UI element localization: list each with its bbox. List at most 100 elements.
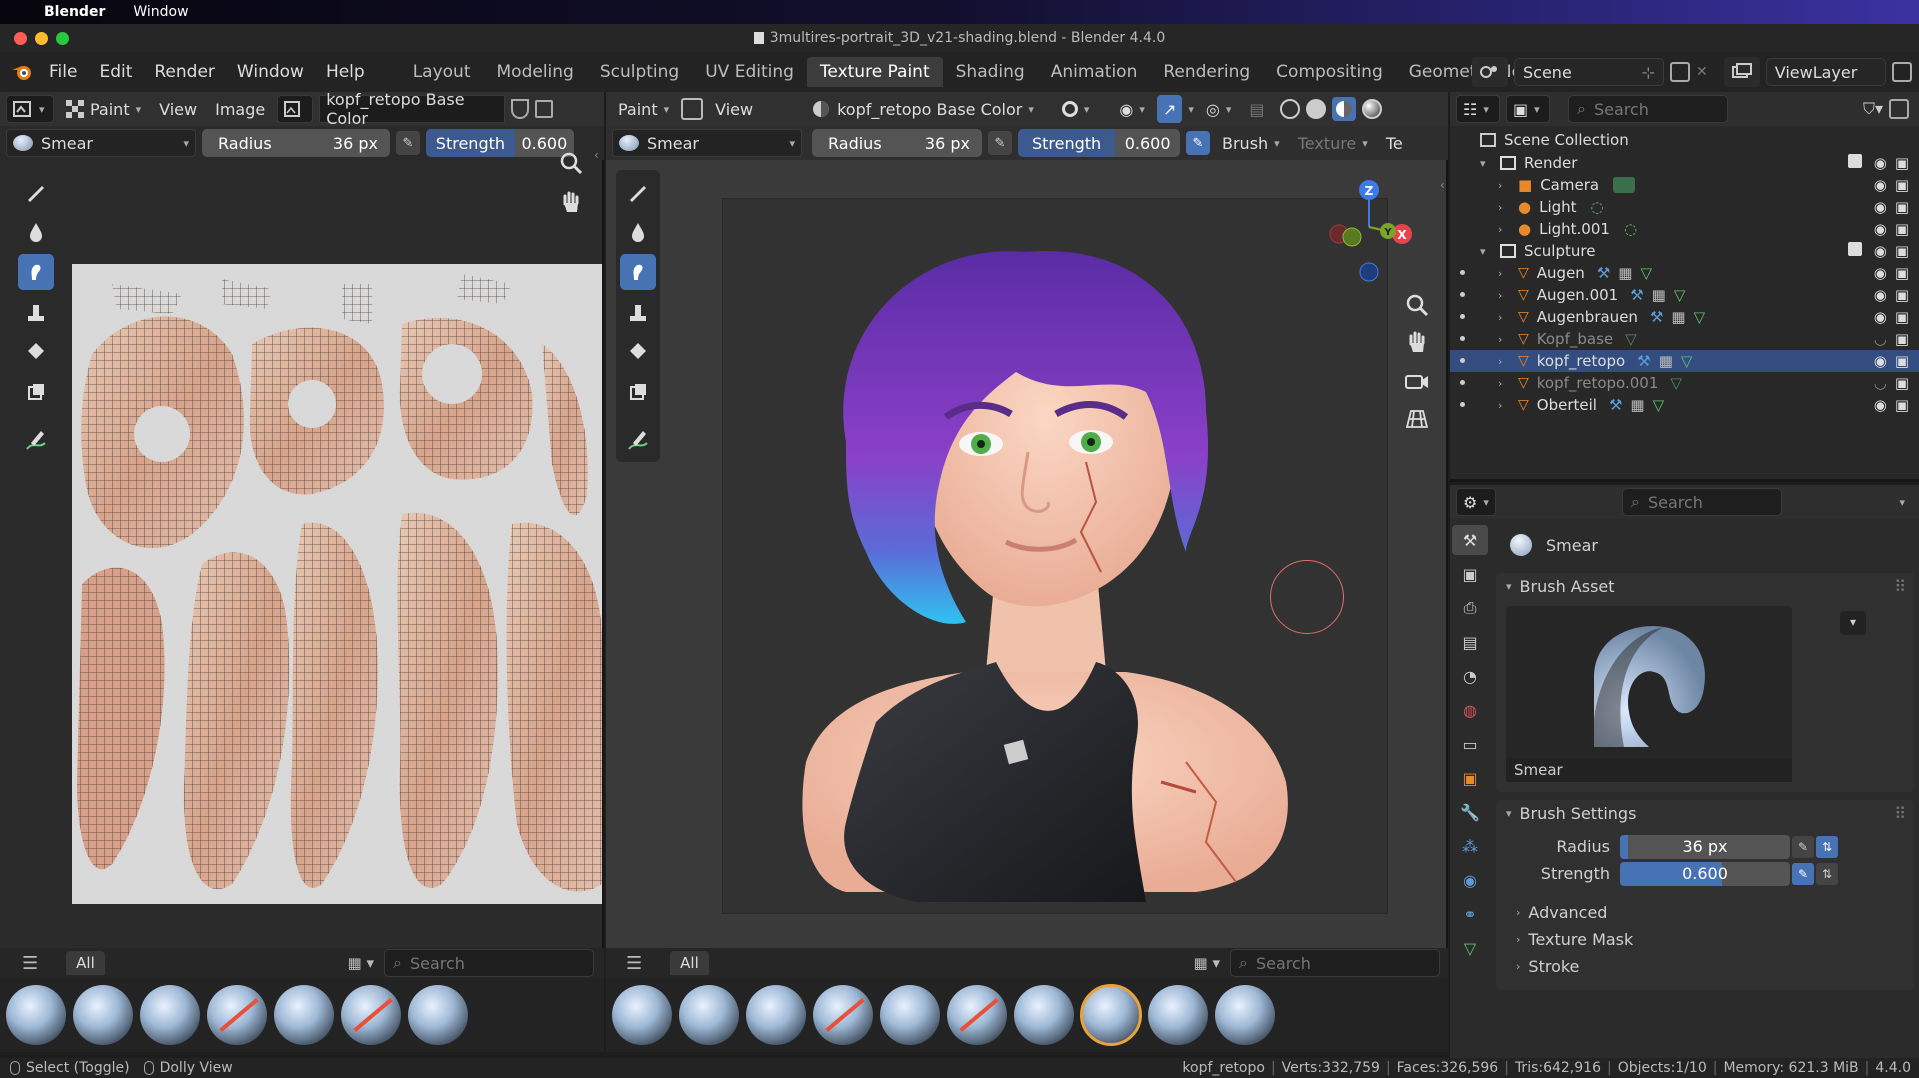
edit-mode-dot-icon[interactable]: [1460, 292, 1465, 297]
expand-chevron-icon[interactable]: ›: [1498, 267, 1512, 280]
navigation-gizmo[interactable]: Z X Y: [1314, 172, 1424, 282]
viewport-clone-tool-icon[interactable]: [620, 294, 656, 330]
viewport-fill-tool-icon[interactable]: [620, 334, 656, 370]
expand-chevron-icon[interactable]: ›: [1498, 311, 1512, 324]
scene-tab-icon[interactable]: ◔: [1452, 661, 1488, 691]
outliner-row-light[interactable]: › ● Light ◌ ◉ ▣: [1450, 196, 1919, 218]
wireframe-shading-icon[interactable]: [1280, 99, 1301, 119]
radius-unit-icon[interactable]: ⇅: [1816, 835, 1838, 858]
mesh-data-icon[interactable]: ▽: [1694, 308, 1706, 326]
outliner-row-augen-001[interactable]: › ▽ Augen.001 ⚒ ▦ ▽ ◉ ▣: [1450, 284, 1919, 306]
brush-asset-preview[interactable]: [1506, 606, 1792, 758]
expand-chevron-icon[interactable]: ▾: [1480, 157, 1494, 170]
expand-chevron-icon[interactable]: ▾: [1480, 245, 1494, 258]
render-camera-icon[interactable]: ▣: [1895, 264, 1909, 282]
outliner-row-camera[interactable]: › ■ Camera ◉ ▣: [1450, 174, 1919, 196]
workspace-tab-uv-editing[interactable]: UV Editing: [692, 57, 807, 87]
viewport-brush-selector[interactable]: Smear ▾: [612, 129, 802, 157]
outliner-row-kopf-base[interactable]: › ▽ Kopf_base ▽ ◡ ▣: [1450, 328, 1919, 350]
viewport-overflow-popover[interactable]: Te: [1380, 129, 1409, 157]
brush-asset-thumbnail[interactable]: [1148, 985, 1208, 1045]
strength-unit-icon[interactable]: ⇅: [1816, 862, 1838, 885]
mac-menu-window[interactable]: Window: [133, 4, 188, 20]
mesh-data-icon[interactable]: ▽: [1653, 396, 1665, 414]
viewport-sidebar-toggle-icon[interactable]: ‹: [1440, 178, 1445, 192]
asset-options-dropdown[interactable]: ▾: [1840, 611, 1866, 635]
brush-asset-thumbnail[interactable]: [274, 985, 334, 1045]
edit-mode-dot-icon[interactable]: [1460, 314, 1465, 319]
light-data-icon[interactable]: ◌: [1624, 220, 1637, 238]
outliner-row-oberteil[interactable]: › ▽ Oberteil ⚒ ▦ ▽ ◉ ▣: [1450, 394, 1919, 416]
expand-chevron-icon[interactable]: ›: [1498, 355, 1512, 368]
pan-hand-icon[interactable]: [554, 186, 588, 220]
outliner-filter-icon[interactable]: ⛉▾: [1863, 99, 1883, 119]
render-camera-icon[interactable]: ▣: [1895, 352, 1909, 370]
mask-tool-icon[interactable]: [18, 374, 54, 410]
viewport-soften-tool-icon[interactable]: [620, 214, 656, 250]
eye-closed-icon[interactable]: ◡: [1874, 374, 1887, 392]
visibility-dropdown[interactable]: ◉ ▾: [1113, 95, 1151, 123]
menu-file[interactable]: File: [38, 62, 88, 82]
viewport-paint-mode-dropdown[interactable]: Paint ▾: [612, 95, 675, 123]
clone-tool-icon[interactable]: [18, 294, 54, 330]
fake-user-shield-icon[interactable]: [511, 99, 530, 119]
viewport-radius-pressure-icon[interactable]: ✎: [988, 131, 1012, 155]
subpanel-texture-mask[interactable]: › Texture Mask: [1496, 926, 1914, 953]
brush-asset-thumbnail[interactable]: [73, 985, 133, 1045]
shelf-display-icon[interactable]: ▦ ▾: [348, 954, 374, 972]
viewport-texture-popover[interactable]: Texture ▾: [1292, 129, 1374, 157]
brush-asset-thumbnail[interactable]: [880, 985, 940, 1045]
outliner-row-light-001[interactable]: › ● Light.001 ◌ ◉ ▣: [1450, 218, 1919, 240]
viewport-mask-tool-icon[interactable]: [620, 374, 656, 410]
brush-asset-thumbnail[interactable]: [1215, 985, 1275, 1045]
particles-tab-icon[interactable]: ⁂: [1452, 831, 1488, 861]
physics-tab-icon[interactable]: ◉: [1452, 865, 1488, 895]
viewport-smear-tool-icon[interactable]: [620, 254, 656, 290]
eye-icon[interactable]: ◉: [1874, 352, 1887, 370]
modifier-wrench-icon[interactable]: ⚒: [1609, 396, 1622, 414]
delete-scene-icon[interactable]: ✕: [1696, 64, 1708, 80]
brush-asset-thumbnail[interactable]: [408, 985, 468, 1045]
brush-asset-thumbnail[interactable]: [813, 985, 873, 1045]
light-data-icon[interactable]: ◌: [1591, 198, 1604, 216]
image-browse-button[interactable]: [277, 95, 314, 123]
xray-icon[interactable]: ▤: [1249, 100, 1264, 119]
workspace-tab-sculpting[interactable]: Sculpting: [587, 57, 692, 87]
rendered-shading-icon[interactable]: [1362, 99, 1383, 119]
modifier-wrench-icon[interactable]: ⚒: [1597, 264, 1610, 282]
brush-settings-drag-handle[interactable]: ⠿: [1894, 804, 1906, 823]
subpanel-advanced[interactable]: › Advanced: [1496, 899, 1914, 926]
shelf-tab-all[interactable]: All: [66, 951, 105, 975]
brush-asset-thumbnail[interactable]: [1080, 984, 1142, 1046]
image-paint-mode-dropdown[interactable]: Paint ▾: [60, 95, 147, 123]
eye-closed-icon[interactable]: ◡: [1874, 330, 1887, 348]
edit-mode-dot-icon[interactable]: [1460, 380, 1465, 385]
viewport-strength-pressure-icon[interactable]: ✎: [1186, 131, 1210, 155]
perspective-toggle-icon[interactable]: [1400, 402, 1434, 436]
zoom-window-button[interactable]: [56, 32, 69, 45]
viewport-brush-popover[interactable]: Brush ▾: [1216, 129, 1286, 157]
eye-icon[interactable]: ◉: [1874, 308, 1887, 326]
camera-data-icon[interactable]: [1613, 177, 1636, 193]
brush-asset-drag-handle[interactable]: ⠿: [1894, 577, 1906, 596]
new-scene-icon[interactable]: [1670, 62, 1690, 82]
overlay-toggle[interactable]: ◎ ▾: [1200, 95, 1238, 123]
expand-chevron-icon[interactable]: ›: [1498, 399, 1512, 412]
brush-asset-thumbnail[interactable]: [140, 985, 200, 1045]
mesh-data-icon[interactable]: ▽: [1674, 286, 1686, 304]
viewport-shelf-menu-icon[interactable]: ☰: [626, 953, 642, 974]
workspace-tab-compositing[interactable]: Compositing: [1263, 57, 1396, 87]
blender-logo-icon[interactable]: [10, 62, 34, 82]
render-camera-icon[interactable]: ▣: [1895, 176, 1909, 194]
radius-pressure-icon[interactable]: ✎: [1792, 835, 1814, 858]
viewport-zoom-icon[interactable]: [1400, 288, 1434, 322]
expand-chevron-icon[interactable]: ›: [1498, 289, 1512, 302]
outliner-display-mode[interactable]: ▣ ▾: [1506, 95, 1550, 123]
viewport-strength-slider[interactable]: Strength 0.600: [1018, 129, 1180, 157]
properties-search[interactable]: ⌕ Search: [1622, 488, 1782, 516]
scene-selector[interactable]: Scene ⊹: [1514, 58, 1664, 86]
render-camera-icon[interactable]: ▣: [1895, 198, 1909, 216]
minimize-window-button[interactable]: [35, 32, 48, 45]
subpanel-stroke[interactable]: › Stroke: [1496, 953, 1914, 980]
workspace-tab-layout[interactable]: Layout: [400, 57, 484, 87]
